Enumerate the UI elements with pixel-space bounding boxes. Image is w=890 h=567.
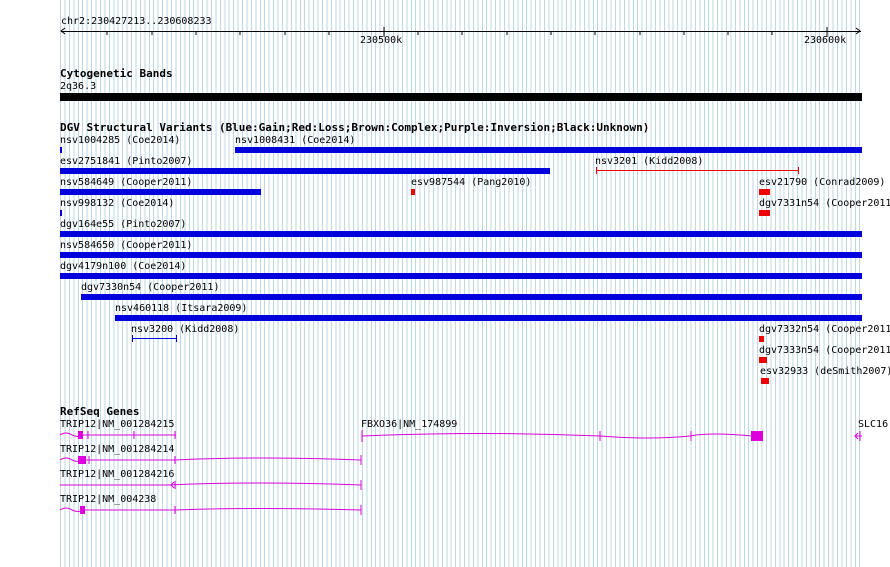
feature-label-dgv7330n54: dgv7330n54 (Cooper2011) [81,282,220,293]
feature-label-dgv164e55: dgv164e55 (Pinto2007) [60,219,187,230]
feature-label-nsv1008431: nsv1008431 (Coe2014) [235,135,356,146]
feature-esv21790[interactable] [759,189,770,195]
ruler-ticks [60,27,861,37]
gene-model-nm-001284215[interactable] [58,428,180,442]
tick-label-230600k: 230600k [804,35,847,46]
feature-label-nsv998132: nsv998132 (Coe2014) [60,198,175,209]
feature-nsv3200[interactable] [132,338,177,339]
feature-nsv1004285[interactable] [60,147,62,153]
gene-label-slc16: SLC16 [858,419,889,430]
feature-esv987544[interactable] [411,189,415,195]
feature-nsv584649[interactable] [60,189,261,195]
feature-label-dgv7331n54: dgv7331n54 (Cooper2011) [759,198,890,209]
feature-label-nsv1004285: nsv1004285 (Coe2014) [60,135,181,146]
feature-nsv3201[interactable] [596,170,799,171]
gene-label-nm-001284215: TRIP12|NM_001284215 [60,419,175,430]
cytoband-label: 2q36.3 [60,81,97,92]
feature-dgv7332n54[interactable] [759,336,764,342]
feature-nsv3200-start [132,335,133,342]
cytoband-bar[interactable] [60,93,862,101]
feature-nsv460118[interactable] [115,315,862,321]
feature-label-esv2751841: esv2751841 (Pinto2007) [60,156,193,167]
feature-label-esv32933: esv32933 (deSmith2007) [760,366,890,377]
feature-dgv4179n100[interactable] [60,273,862,279]
feature-label-nsv3201: nsv3201 (Kidd2008) [595,156,704,167]
feature-esv32933[interactable] [761,378,769,384]
feature-nsv584650[interactable] [60,252,862,258]
feature-label-dgv7333n54: dgv7333n54 (Cooper2011) [759,345,890,356]
feature-nsv998132[interactable] [60,210,62,216]
feature-dgv164e55[interactable] [60,231,862,237]
feature-label-esv21790: esv21790 (Conrad2009) [759,177,886,188]
feature-nsv3201-start [596,167,597,174]
feature-nsv3200-end [176,335,177,342]
feature-label-nsv460118: nsv460118 (Itsara2009) [115,303,248,314]
gene-label-nm-001284214: TRIP12|NM_001284214 [60,444,175,455]
feature-esv2751841[interactable] [60,168,550,174]
gene-model-nm-001284214[interactable] [58,453,364,467]
dgv-track-title[interactable]: DGV Structural Variants (Blue:Gain;Red:L… [60,122,649,134]
gene-model-nm-001284216[interactable] [58,478,364,492]
feature-label-dgv7332n54: dgv7332n54 (Cooper2011) [759,324,890,335]
gene-model-slc16[interactable] [852,428,862,444]
tick-label-230500k: 230500k [360,35,403,46]
location-label: chr2:230427213..230608233 [61,16,212,27]
feature-dgv7333n54[interactable] [759,357,767,363]
cytoband-track-title[interactable]: Cytogenetic Bands [60,68,173,80]
feature-nsv3201-end [798,167,799,174]
feature-label-nsv3200: nsv3200 (Kidd2008) [131,324,240,335]
feature-label-nsv584649: nsv584649 (Cooper2011) [60,177,193,188]
feature-dgv7330n54[interactable] [81,294,862,300]
gene-label-nm-001284216: TRIP12|NM_001284216 [60,469,175,480]
feature-label-nsv584650: nsv584650 (Cooper2011) [60,240,193,251]
feature-nsv1008431[interactable] [235,147,862,153]
gene-model-nm-174899[interactable] [360,428,766,444]
feature-dgv7331n54[interactable] [759,210,770,216]
gene-label-nm-004238: TRIP12|NM_004238 [60,494,157,505]
gene-model-nm-004238[interactable] [58,503,364,517]
refseq-track-title[interactable]: RefSeq Genes [60,406,139,418]
gene-label-nm-174899: FBXO36|NM_174899 [361,419,458,430]
feature-label-esv987544: esv987544 (Pang2010) [411,177,532,188]
feature-label-dgv4179n100: dgv4179n100 (Coe2014) [60,261,187,272]
